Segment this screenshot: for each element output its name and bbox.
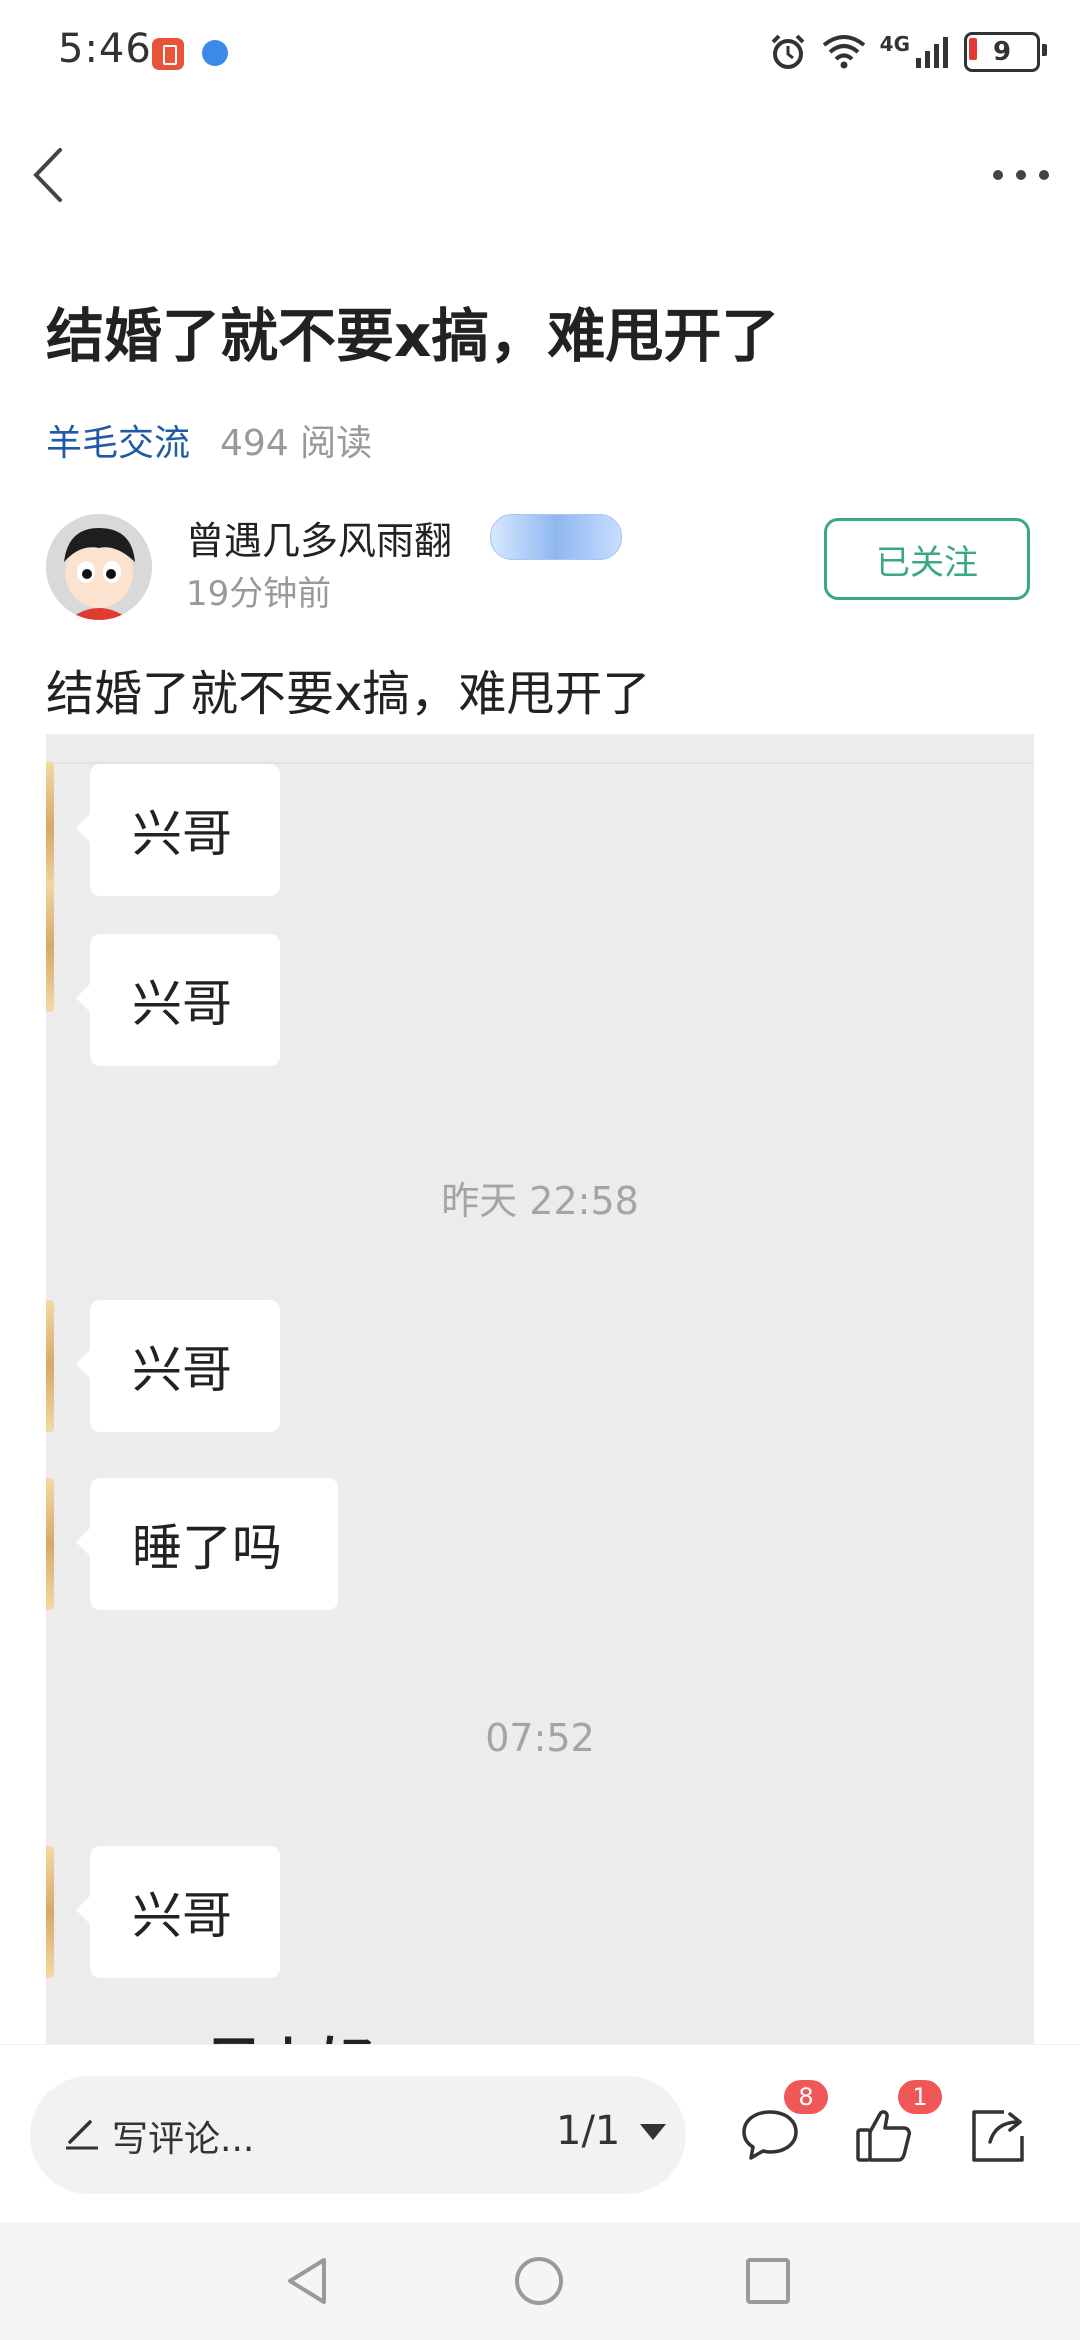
- follow-button[interactable]: 已关注: [824, 518, 1030, 600]
- page-indicator[interactable]: 1/1: [556, 2108, 620, 2154]
- post-title: 结婚了就不要x搞，难甩开了: [46, 302, 780, 370]
- nav-home-icon[interactable]: [512, 2254, 566, 2308]
- more-dots-icon: [993, 170, 1049, 180]
- post-time: 19分钟前: [186, 574, 332, 614]
- notification-sync-icon: [202, 40, 228, 66]
- battery-level: 9: [992, 37, 1012, 67]
- chat-bubble: 兴哥: [76, 764, 280, 896]
- author-avatar[interactable]: [46, 514, 152, 620]
- nav-back-icon[interactable]: [282, 2254, 332, 2308]
- comment-count-badge: 8: [784, 2080, 828, 2114]
- comment-bubble-icon: [742, 2110, 798, 2160]
- chat-bubble: 睡了吗: [76, 1478, 338, 1610]
- more-options-button[interactable]: [986, 150, 1056, 200]
- sender-avatar: [46, 762, 54, 894]
- comment-placeholder[interactable]: 写评论...: [112, 2110, 254, 2162]
- sender-avatar: [46, 880, 54, 1012]
- category-link[interactable]: 羊毛交流: [46, 414, 190, 466]
- network-type-label: 4G: [879, 32, 910, 56]
- sender-avatar: [46, 1846, 54, 1978]
- thumbs-up-icon: [856, 2110, 911, 2162]
- post-body-text: 结婚了就不要x搞，难甩开了: [46, 666, 651, 722]
- read-count: 494 阅读: [220, 423, 373, 464]
- chat-timestamp: 07:52: [485, 1716, 595, 1760]
- sender-avatar: [46, 1300, 54, 1432]
- share-icon: [972, 2110, 1024, 2162]
- share-button[interactable]: [966, 2104, 1030, 2172]
- comment-button[interactable]: [738, 2104, 802, 2172]
- nav-recents-icon[interactable]: [744, 2256, 792, 2306]
- status-time: 5:46: [58, 26, 152, 72]
- alarm-icon: [771, 34, 805, 69]
- chat-bubble: 兴哥: [76, 1846, 280, 1978]
- chat-bubble: 兴哥: [76, 934, 280, 1066]
- battery-icon: 9: [964, 32, 1047, 72]
- author-level-badge: [490, 514, 622, 560]
- page-dropdown-icon[interactable]: [640, 2124, 666, 2140]
- back-button[interactable]: [24, 140, 84, 210]
- author-name[interactable]: 曾遇几多风雨翻: [186, 510, 452, 565]
- wifi-icon: [822, 35, 865, 69]
- chat-bubble-partial: 早上好: [206, 2020, 374, 2044]
- back-arrow-icon: [33, 148, 62, 202]
- chat-timestamp: 昨天 22:58: [441, 1179, 639, 1223]
- pencil-icon: [66, 2120, 98, 2150]
- status-indicators: 4G 9: [768, 30, 1047, 74]
- signal-icon: [916, 37, 948, 68]
- avatar-image: [46, 514, 152, 620]
- post-meta: 羊毛交流 494 阅读: [46, 414, 372, 466]
- like-button[interactable]: [852, 2104, 916, 2172]
- chat-bubble: 兴哥: [76, 1300, 280, 1432]
- chat-screenshot-image[interactable]: 兴哥 兴哥 昨天 22:58 兴哥 睡了吗 07:52 兴哥 早上好: [46, 734, 1034, 2044]
- notification-app-icon: [152, 38, 184, 70]
- like-count-badge: 1: [898, 2080, 942, 2114]
- sender-avatar: [46, 1478, 54, 1610]
